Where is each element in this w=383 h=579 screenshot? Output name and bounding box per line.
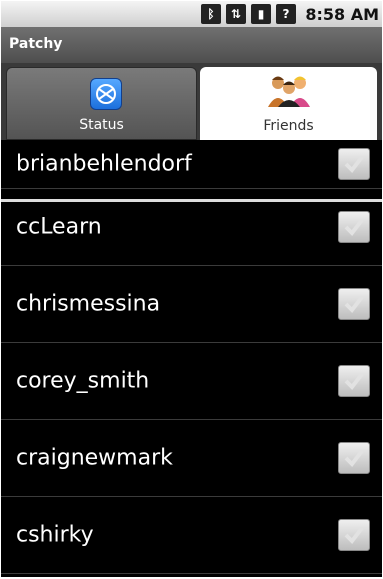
friend-checkbox[interactable] (338, 211, 370, 243)
screen: ᛒ ⇅ ▮ ? 8:58 AM Patchy Status Friends br… (1, 1, 382, 577)
tab-status-label: Status (79, 117, 124, 133)
list-item[interactable]: chrismessina (1, 266, 382, 343)
list-item[interactable]: craignewmark (1, 420, 382, 497)
friend-checkbox[interactable] (338, 519, 370, 551)
signal-icon: ▮ (251, 4, 271, 24)
friend-name: brianbehlendorf (16, 151, 192, 177)
tab-bar: Status Friends (1, 63, 382, 202)
friend-name: corey_smith (16, 368, 150, 394)
list-item[interactable]: cshirky (1, 497, 382, 574)
app-title: Patchy (1, 27, 382, 63)
status-bar-icons: ᛒ ⇅ ▮ ? (201, 4, 296, 24)
tab-status[interactable]: Status (6, 67, 197, 140)
list-item[interactable]: brianbehlendorf (1, 140, 382, 189)
tab-friends-label: Friends (263, 118, 314, 134)
list-item[interactable]: corey_smith (1, 343, 382, 420)
clock: 8:58 AM (305, 5, 379, 24)
data-transfer-icon: ⇅ (226, 4, 246, 24)
bluetooth-icon: ᛒ (201, 4, 221, 24)
friend-checkbox[interactable] (338, 288, 370, 320)
friend-name: craignewmark (16, 445, 173, 471)
friends-list: brianbehlendorf ccLearn chrismessina cor… (1, 140, 382, 574)
friend-checkbox[interactable] (338, 365, 370, 397)
status-bar: ᛒ ⇅ ▮ ? 8:58 AM (1, 1, 382, 27)
friend-checkbox[interactable] (338, 148, 370, 180)
friend-name: ccLearn (16, 214, 102, 240)
alert-icon: ? (276, 4, 296, 24)
friend-name: chrismessina (16, 291, 161, 317)
friends-people-icon (268, 76, 310, 107)
friend-name: cshirky (16, 522, 94, 548)
friend-checkbox[interactable] (338, 442, 370, 474)
status-globe-icon (90, 78, 122, 110)
tab-friends[interactable]: Friends (200, 67, 377, 140)
list-item[interactable]: ccLearn (1, 189, 382, 266)
